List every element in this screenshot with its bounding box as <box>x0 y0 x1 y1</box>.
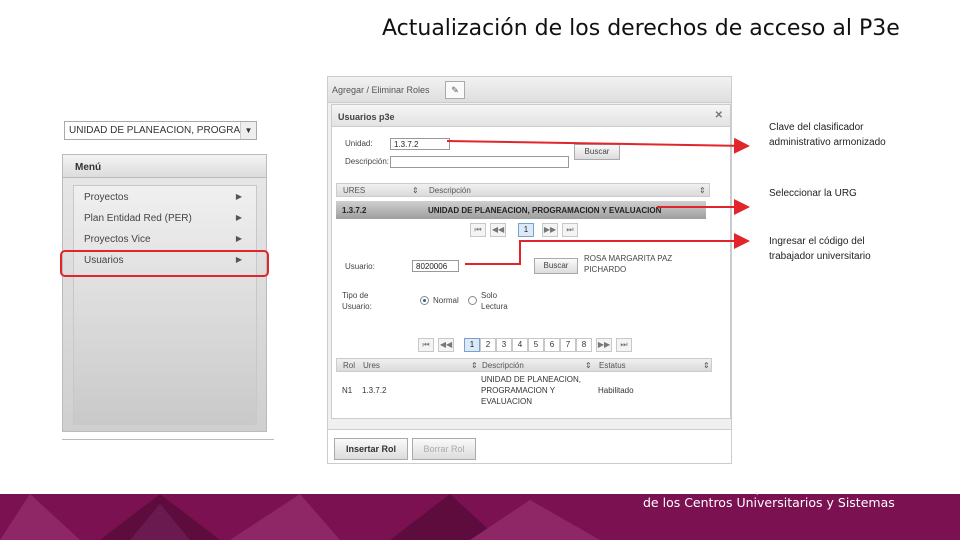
footer-line-2: de los Centros Universitarios y Sistemas <box>643 495 895 510</box>
arrow-usuario <box>465 233 750 265</box>
footer-line-1: Taller informativo para el área administ… <box>643 480 926 495</box>
annotation-arrows <box>446 137 750 265</box>
footer-text: Taller informativo para el área administ… <box>643 480 925 510</box>
annotation-usuario: Ingresar el código del trabajador univer… <box>769 236 871 262</box>
annotation-urg: Seleccionar la URG <box>769 188 857 199</box>
annotation-clave: Clave del clasificador administrativo ar… <box>769 122 886 148</box>
arrow-clave <box>446 137 750 154</box>
